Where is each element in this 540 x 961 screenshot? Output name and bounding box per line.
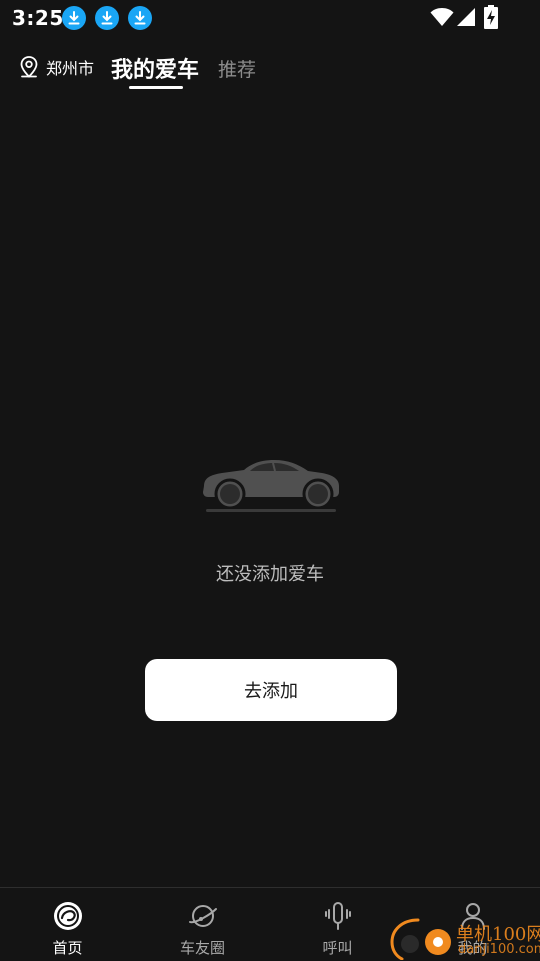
- download-icon: [128, 6, 152, 30]
- watermark-logo-icon: [390, 918, 451, 960]
- nav-label-call: 呼叫: [322, 939, 353, 957]
- voice-icon: [324, 902, 351, 930]
- car-illustration: [203, 460, 339, 512]
- watermark-logo: 单机100网 danji100.com: [388, 912, 540, 960]
- add-car-button[interactable]: 去添加: [145, 659, 397, 721]
- tab-my-car[interactable]: 我的爱车: [111, 52, 199, 84]
- planet-icon: [188, 905, 217, 927]
- location-pin-icon: [20, 56, 38, 78]
- battery-charging-icon: [484, 5, 498, 29]
- wifi-icon: [430, 8, 454, 26]
- city-selector[interactable]: 郑州市: [18, 54, 94, 80]
- status-bar: 3:25: [0, 0, 540, 36]
- tab-recommend[interactable]: 推荐: [218, 55, 256, 82]
- city-label: 郑州市: [46, 59, 95, 78]
- nav-item-call[interactable]: 呼叫: [270, 888, 405, 961]
- nav-item-home[interactable]: 首页: [0, 888, 135, 961]
- watermark-url: danji100.com: [458, 942, 540, 957]
- nav-label-home: 首页: [52, 939, 83, 957]
- download-icon: [95, 6, 119, 30]
- active-tab-indicator: [129, 86, 183, 89]
- home-icon: [53, 902, 82, 930]
- top-bar: 郑州市 我的爱车 推荐: [0, 44, 540, 96]
- signal-icon: [457, 8, 475, 26]
- download-icon: [62, 6, 86, 30]
- empty-state-message: 还没添加爱车: [216, 564, 324, 585]
- status-time: 3:25: [12, 6, 64, 30]
- nav-label-community: 车友圈: [179, 939, 225, 957]
- nav-item-community[interactable]: 车友圈: [135, 888, 270, 961]
